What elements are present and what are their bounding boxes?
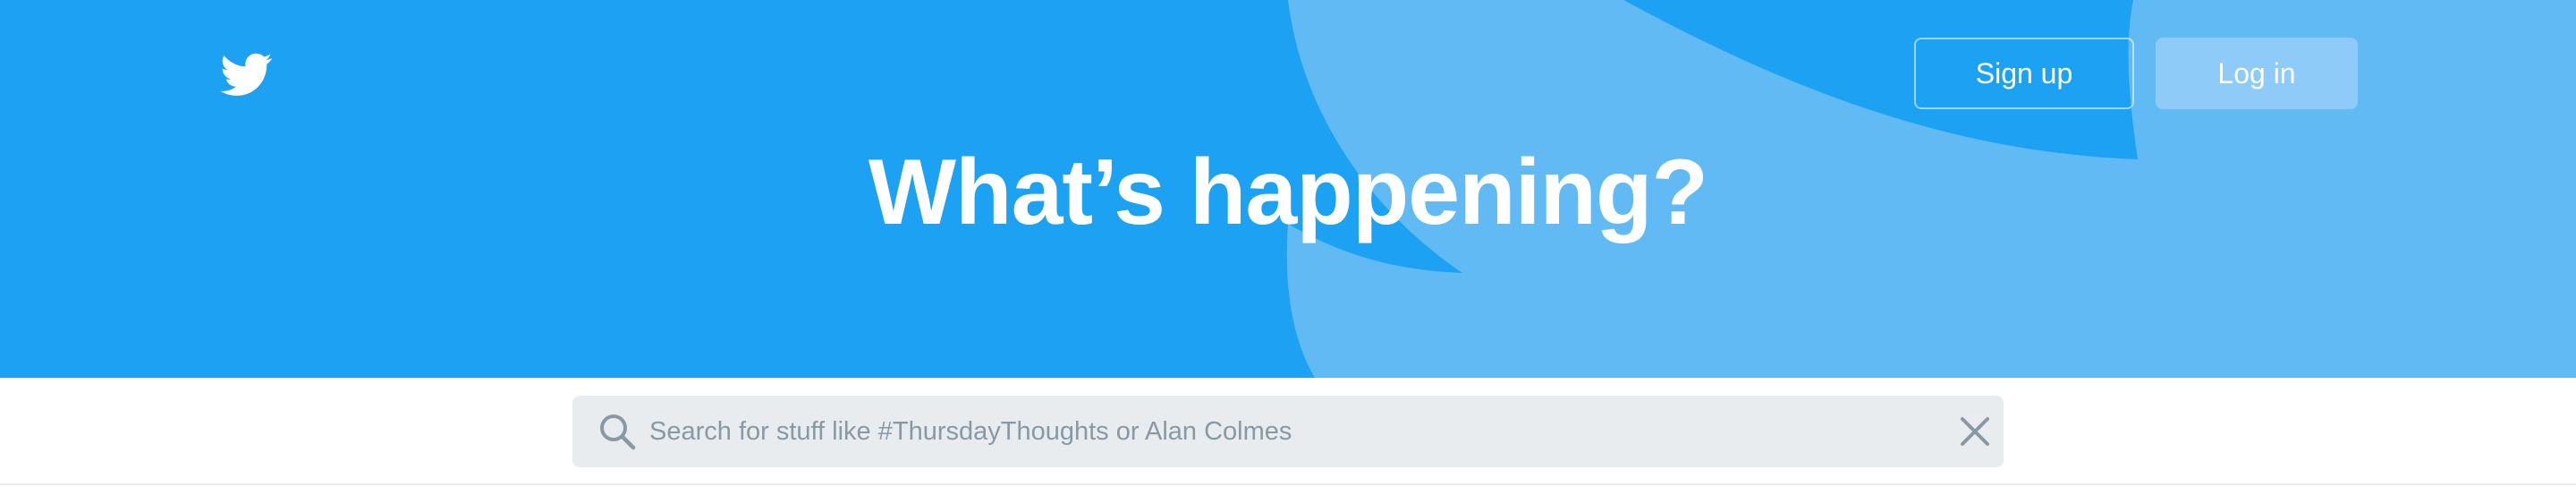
- search-input[interactable]: [649, 396, 1884, 467]
- hero-banner: What’s happening? Sign up Log in: [0, 0, 2576, 378]
- twitter-bird-icon: [220, 53, 273, 96]
- search-bar: [572, 396, 2004, 467]
- login-button[interactable]: Log in: [2156, 38, 2358, 109]
- signup-button[interactable]: Sign up: [1914, 38, 2134, 109]
- close-icon[interactable]: [1957, 414, 1993, 449]
- divider: [0, 483, 2576, 485]
- search-icon[interactable]: [597, 412, 637, 451]
- page-title: What’s happening?: [868, 141, 1708, 244]
- twitter-logo[interactable]: [218, 48, 275, 100]
